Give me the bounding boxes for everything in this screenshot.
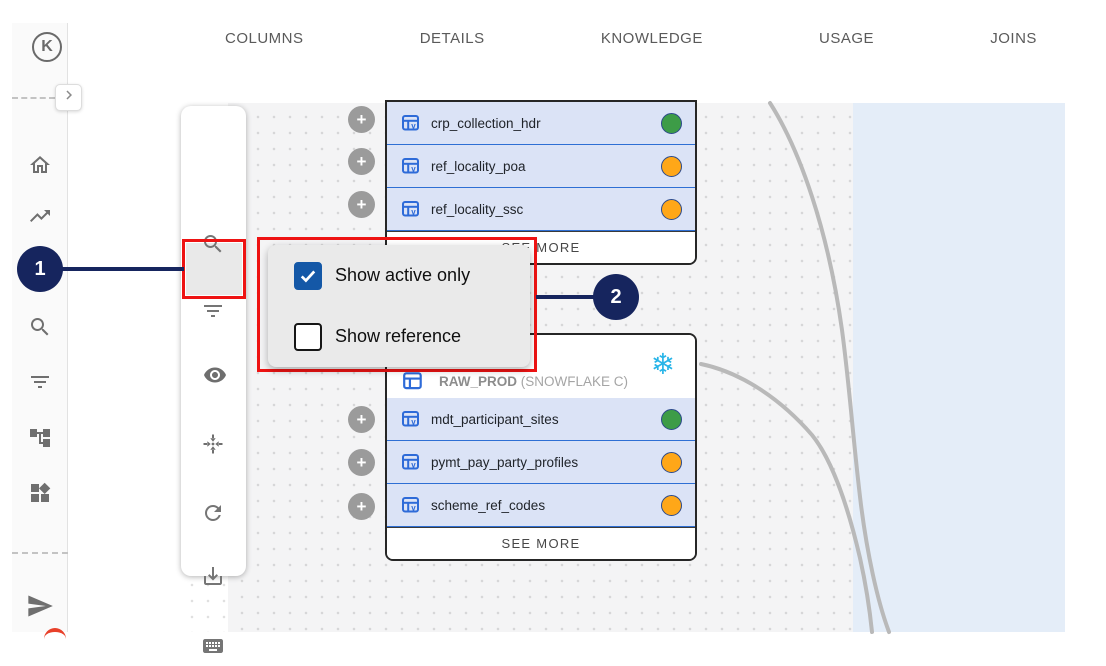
table-icon: v (401, 453, 421, 471)
table-name: ref_locality_ssc (431, 202, 523, 217)
table-icon: v (401, 410, 421, 428)
annotation-connector-2 (536, 295, 596, 299)
sidebar-divider-top (12, 97, 55, 99)
menu-item-label: Show reference (335, 326, 461, 347)
status-dot (661, 156, 682, 177)
status-dot (661, 409, 682, 430)
menu-item-show-active-only[interactable]: Show active only (268, 245, 530, 306)
lineage-explorer-app: COLUMNS DETAILS KNOWLEDGE USAGE JOINS K (0, 0, 1106, 666)
expand-node-button[interactable]: + (348, 106, 375, 133)
svg-text:v: v (411, 208, 416, 217)
table-row[interactable]: v ref_locality_ssc (387, 188, 695, 231)
sidebar-divider-bottom (12, 552, 68, 554)
download-icon[interactable] (201, 564, 225, 588)
keyboard-icon[interactable] (201, 634, 225, 658)
checkbox-show-reference[interactable] (294, 323, 322, 351)
tab-knowledge[interactable]: KNOWLEDGE (601, 30, 703, 47)
svg-text:v: v (411, 165, 416, 174)
svg-text:v: v (411, 418, 416, 427)
expand-node-button[interactable]: + (348, 148, 375, 175)
tab-columns[interactable]: COLUMNS (225, 30, 304, 47)
table-icon: v (401, 157, 421, 175)
center-view-icon[interactable] (201, 432, 225, 456)
status-dot (661, 199, 682, 220)
trending-up-icon[interactable] (28, 204, 52, 228)
table-name: pymt_pay_party_profiles (431, 455, 578, 470)
expand-node-button[interactable]: + (348, 493, 375, 520)
menu-item-label: Show active only (335, 265, 470, 286)
refresh-icon[interactable] (201, 501, 225, 525)
status-dot (661, 452, 682, 473)
table-row[interactable]: v pymt_pay_party_profiles (387, 441, 695, 484)
expand-node-button[interactable]: + (348, 449, 375, 476)
schema-title: RAW_PROD (439, 374, 517, 389)
annotation-badge-2: 2 (593, 274, 639, 320)
svg-text:v: v (411, 122, 416, 131)
home-icon[interactable] (28, 153, 52, 177)
table-icon: v (401, 200, 421, 218)
table-name: ref_locality_poa (431, 159, 526, 174)
annotation-badge-1: 1 (17, 246, 63, 292)
status-dot (661, 113, 682, 134)
table-name: crp_collection_hdr (431, 116, 541, 131)
status-dot (661, 495, 682, 516)
top-tab-bar: COLUMNS DETAILS KNOWLEDGE USAGE JOINS (225, 24, 1037, 52)
search-icon[interactable] (28, 315, 52, 339)
visibility-icon[interactable] (201, 363, 225, 387)
widgets-icon[interactable] (28, 481, 52, 505)
table-name: scheme_ref_codes (431, 498, 545, 513)
filter-list-icon[interactable] (28, 370, 52, 394)
canvas-toolbar (181, 106, 246, 576)
svg-text:v: v (411, 504, 416, 513)
table-row[interactable]: v mdt_participant_sites (387, 398, 695, 441)
table-row[interactable]: v scheme_ref_codes (387, 484, 695, 527)
schema-subtitle: (SNOWFLAKE C) (521, 374, 628, 389)
table-row[interactable]: v ref_locality_poa (387, 145, 695, 188)
account-tree-icon[interactable] (28, 426, 52, 450)
annotation-connector-1 (60, 267, 184, 271)
table-icon: v (401, 496, 421, 514)
table-row[interactable]: v crp_collection_hdr (387, 102, 695, 145)
tab-usage[interactable]: USAGE (819, 30, 874, 47)
visibility-options-popup: Show active only Show reference (268, 245, 530, 367)
table-icon (402, 371, 424, 391)
menu-item-show-reference[interactable]: Show reference (268, 306, 530, 367)
chevron-right-icon (60, 86, 78, 109)
checkbox-show-active-only[interactable] (294, 262, 322, 290)
svg-text:v: v (411, 461, 416, 470)
canvas-highlight-zone (853, 103, 1065, 632)
table-name: mdt_participant_sites (431, 412, 559, 427)
expand-node-button[interactable]: + (348, 406, 375, 433)
sidebar-expand-button[interactable] (55, 84, 82, 111)
snowflake-icon: ❄ (651, 351, 675, 380)
app-logo[interactable]: K (32, 32, 62, 62)
send-icon[interactable] (26, 592, 50, 616)
see-more-button[interactable]: SEE MORE (387, 527, 695, 559)
annotation-highlight-eye (182, 239, 246, 299)
filter-list-icon[interactable] (201, 299, 225, 323)
tab-joins[interactable]: JOINS (990, 30, 1037, 47)
expand-node-button[interactable]: + (348, 191, 375, 218)
table-icon: v (401, 114, 421, 132)
tab-details[interactable]: DETAILS (420, 30, 485, 47)
